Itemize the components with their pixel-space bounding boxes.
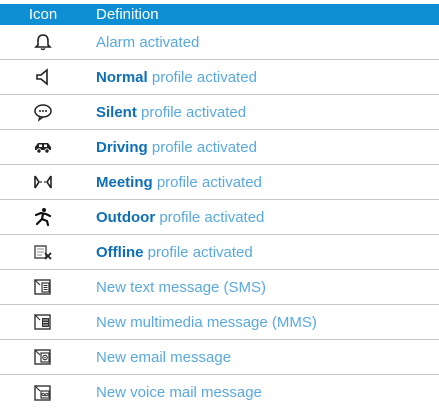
row-text: profile activated <box>136 103 247 121</box>
table-row: Driving profile activated <box>0 130 439 165</box>
row-keyword: Meeting <box>96 173 153 191</box>
row-text: New text message (SMS) <box>96 278 267 296</box>
table-row: New email message <box>0 340 439 375</box>
speech-bubble-icon <box>34 104 52 122</box>
row-text: profile activated <box>155 208 265 226</box>
row-text: profile activated <box>152 173 262 191</box>
running-man-icon <box>34 208 52 227</box>
row-keyword: Outdoor <box>96 208 156 226</box>
table-row: Alarm activated <box>0 25 439 60</box>
table-row: Meeting profile activated <box>0 165 439 200</box>
row-text: profile activated <box>143 243 253 261</box>
row-text: profile activated <box>147 68 257 86</box>
speaker-icon <box>36 68 48 86</box>
icon-definition-table: Icon Definition Alarm activated Normal p… <box>0 4 439 410</box>
car-icon <box>35 143 51 154</box>
table-row: New text message (SMS) <box>0 270 439 305</box>
table-row: Offline profile activated <box>0 235 439 270</box>
table-header: Icon Definition <box>0 4 439 25</box>
row-text: Alarm activated <box>96 33 200 51</box>
meeting-icon <box>34 175 52 189</box>
alarm-bell-icon <box>34 34 52 51</box>
row-keyword: Normal <box>96 68 148 86</box>
header-definition-column: Definition <box>96 6 159 23</box>
offline-icon <box>34 245 52 260</box>
table-row: Outdoor profile activated <box>0 200 439 235</box>
row-keyword: Driving <box>96 138 148 156</box>
row-text: New voice mail message <box>96 384 262 401</box>
table-row: New voice mail message <box>0 375 439 410</box>
mms-icon <box>34 314 51 330</box>
table-row: Silent profile activated <box>0 95 439 130</box>
row-text: profile activated <box>147 138 257 156</box>
row-text: New multimedia message (MMS) <box>96 313 317 331</box>
voicemail-icon <box>34 384 51 401</box>
table-row: New multimedia message (MMS) <box>0 305 439 340</box>
header-icon-column: Icon <box>28 6 58 23</box>
table-row: Normal profile activated <box>0 60 439 95</box>
row-keyword: Offline <box>96 243 144 261</box>
email-icon <box>34 349 51 365</box>
row-text: New email message <box>96 348 232 366</box>
row-keyword: Silent <box>96 103 137 121</box>
sms-icon <box>34 279 51 295</box>
